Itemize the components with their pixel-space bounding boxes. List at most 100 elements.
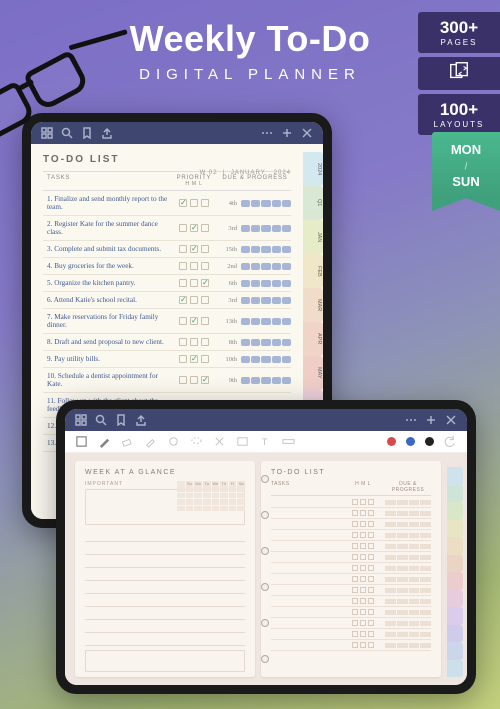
priority-checkbox[interactable] [179, 199, 187, 207]
table-row [271, 640, 431, 651]
grid-icon[interactable] [75, 414, 87, 426]
search-icon[interactable] [61, 127, 73, 139]
more-icon[interactable] [261, 127, 273, 139]
text-icon[interactable]: T [259, 435, 272, 448]
month-tabs-2 [447, 461, 463, 677]
side-tab[interactable] [447, 502, 463, 520]
pen-icon[interactable] [98, 435, 111, 448]
todo-header-2: TASKS H M L DUE & PROGRESS [271, 481, 431, 496]
priority-checkbox[interactable] [201, 245, 209, 253]
priority-checkbox[interactable] [201, 355, 209, 363]
hand-icon[interactable] [75, 435, 88, 448]
table-row: 5. Organize the kitchen pantry.6th [43, 275, 291, 292]
table-row [271, 607, 431, 618]
priority-checkbox[interactable] [190, 245, 198, 253]
left-sheet: WEEK AT A GLANCE IMPORTANT SuMoTuWeThFrS… [75, 461, 255, 677]
right-sheet: TO-DO LIST TASKS H M L DUE & PROGRESS [261, 461, 441, 677]
priority-checkbox[interactable] [190, 338, 198, 346]
mini-calendar: SuMoTuWeThFrSa [177, 481, 245, 511]
priority-checkbox[interactable] [179, 224, 187, 232]
undo-icon[interactable] [444, 435, 457, 448]
add-icon[interactable] [425, 414, 437, 426]
breadcrumb: W 02 | JANUARY 2024 [200, 170, 291, 176]
priority-checkbox[interactable] [190, 279, 198, 287]
priority-checkbox[interactable] [201, 317, 209, 325]
table-row [271, 519, 431, 530]
priority-checkbox[interactable] [201, 279, 209, 287]
priority-checkbox[interactable] [190, 224, 198, 232]
close-icon[interactable] [301, 127, 313, 139]
priority-checkbox[interactable] [179, 262, 187, 270]
side-tab[interactable] [447, 520, 463, 538]
bookmark-icon[interactable] [115, 414, 127, 426]
priority-checkbox[interactable] [190, 262, 198, 270]
table-row: 7. Make reservations for Friday family d… [43, 309, 291, 334]
side-tab[interactable]: Q1 [303, 186, 323, 220]
side-tab[interactable]: JAN [303, 220, 323, 254]
side-tab[interactable]: APR [303, 322, 323, 356]
color-red[interactable] [387, 437, 396, 446]
eraser-icon[interactable] [121, 435, 134, 448]
ruler-icon[interactable] [282, 435, 295, 448]
table-row [271, 574, 431, 585]
table-row [271, 552, 431, 563]
side-tab[interactable]: 2024 [303, 152, 323, 186]
side-tab[interactable] [447, 642, 463, 660]
shapes-icon[interactable] [167, 435, 180, 448]
priority-checkbox[interactable] [201, 262, 209, 270]
highlighter-icon[interactable] [144, 435, 157, 448]
table-row [271, 585, 431, 596]
priority-checkbox[interactable] [190, 355, 198, 363]
priority-checkbox[interactable] [179, 279, 187, 287]
side-tab[interactable]: MAY [303, 356, 323, 390]
side-tab[interactable] [447, 485, 463, 503]
lasso-icon[interactable] [190, 435, 203, 448]
drawing-toolbar: T [65, 431, 467, 453]
priority-checkbox[interactable] [201, 296, 209, 304]
more-icon[interactable] [405, 414, 417, 426]
table-row: 3. Complete and submit tax documents.15t… [43, 241, 291, 258]
side-tab[interactable]: MAR [303, 288, 323, 322]
side-tab[interactable]: FEB [303, 254, 323, 288]
stats-panel: 300+ PAGES 100+ LAYOUTS [418, 12, 500, 139]
side-tab[interactable] [447, 467, 463, 485]
scissors-icon[interactable] [213, 435, 226, 448]
side-tab[interactable] [447, 537, 463, 555]
priority-checkbox[interactable] [179, 245, 187, 253]
side-tab[interactable] [447, 660, 463, 678]
side-tab[interactable] [447, 607, 463, 625]
stat-layouts: 100+ LAYOUTS [418, 94, 500, 135]
stat-pages: 300+ PAGES [418, 12, 500, 53]
side-tab[interactable] [447, 555, 463, 573]
priority-checkbox[interactable] [201, 338, 209, 346]
search-icon[interactable] [95, 414, 107, 426]
priority-checkbox[interactable] [190, 317, 198, 325]
side-tab[interactable] [447, 590, 463, 608]
share-icon[interactable] [101, 127, 113, 139]
table-row: 6. Attend Katie's school recital.3rd [43, 292, 291, 309]
table-row [271, 497, 431, 508]
color-blue[interactable] [406, 437, 415, 446]
binder-rings [261, 461, 271, 677]
left-title: WEEK AT A GLANCE [85, 469, 245, 476]
side-tab[interactable] [447, 572, 463, 590]
priority-checkbox[interactable] [201, 376, 209, 384]
priority-checkbox[interactable] [179, 376, 187, 384]
close-icon[interactable] [445, 414, 457, 426]
image-icon[interactable] [236, 435, 249, 448]
priority-checkbox[interactable] [190, 296, 198, 304]
color-black[interactable] [425, 437, 434, 446]
priority-checkbox[interactable] [179, 355, 187, 363]
add-icon[interactable] [281, 127, 293, 139]
priority-checkbox[interactable] [190, 199, 198, 207]
page-title: TO-DO LIST [43, 154, 291, 165]
priority-checkbox[interactable] [201, 199, 209, 207]
priority-checkbox[interactable] [179, 296, 187, 304]
priority-checkbox[interactable] [201, 224, 209, 232]
priority-checkbox[interactable] [190, 376, 198, 384]
side-tab[interactable] [447, 625, 463, 643]
bookmark-icon[interactable] [81, 127, 93, 139]
share-icon[interactable] [135, 414, 147, 426]
priority-checkbox[interactable] [179, 317, 187, 325]
priority-checkbox[interactable] [179, 338, 187, 346]
